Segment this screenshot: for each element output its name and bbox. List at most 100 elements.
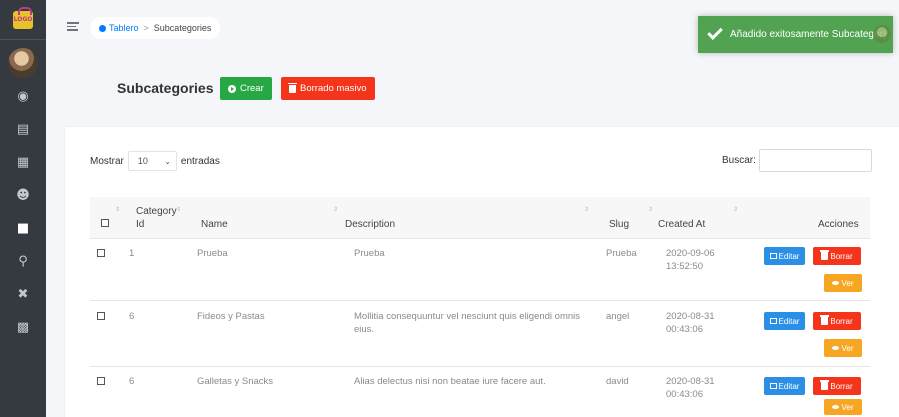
delete-button[interactable]: Borrar <box>813 312 861 330</box>
trash-icon[interactable]: ▩ <box>0 311 46 344</box>
success-toast[interactable]: Añadido exitosamente Subcategory <box>698 16 893 53</box>
user-avatar-icon[interactable] <box>873 25 891 43</box>
cell-slug: Prueba <box>606 248 637 259</box>
column-header-created-at[interactable]: Created At <box>658 219 705 230</box>
view-label: Ver <box>841 402 854 412</box>
view-button[interactable]: Ver <box>824 339 862 357</box>
cell-created-time: 00:43:06 <box>666 389 703 400</box>
tools-icon[interactable]: ✖ <box>0 278 46 311</box>
cell-name: Fideos y Pastas <box>197 311 265 322</box>
cell-description-continued: eius. <box>354 324 375 335</box>
sort-icon[interactable]: ⇕ <box>176 206 181 213</box>
delete-button[interactable]: Borrar <box>813 377 861 395</box>
show-label: Mostrar <box>90 155 124 167</box>
home-icon <box>99 24 106 32</box>
breadcrumb-home-link[interactable]: Tablero <box>99 23 139 33</box>
cell-created-time: 13:52:50 <box>666 261 703 272</box>
edit-label: Editar <box>778 316 800 326</box>
row-checkbox[interactable] <box>97 377 105 385</box>
row-divider <box>90 366 870 367</box>
cell-created-date: 2020-08-31 <box>666 376 715 387</box>
page-size-control: Mostrar 10 ⌄ entradas <box>90 151 220 171</box>
delete-label: Borrar <box>830 316 853 326</box>
chevron-down-icon: ⌄ <box>164 156 171 166</box>
search-label: Buscar: <box>722 155 756 166</box>
trash-icon <box>820 380 830 390</box>
toast-message: Añadido exitosamente Subcategory <box>730 29 888 40</box>
eye-icon <box>832 405 840 409</box>
eye-icon <box>832 346 840 350</box>
create-button-label: Crear <box>240 83 264 94</box>
cell-category-id: 1 <box>129 248 135 259</box>
select-all-checkbox[interactable] <box>101 219 109 227</box>
cell-name: Galletas y Snacks <box>197 376 274 387</box>
logo-text: LOGO <box>13 16 33 23</box>
row-checkbox[interactable] <box>97 249 105 257</box>
cell-created-time: 00:43:06 <box>666 324 703 335</box>
column-header-category-id-line1[interactable]: Category <box>136 206 177 217</box>
eye-icon <box>832 281 840 285</box>
column-header-name[interactable]: Name <box>201 219 228 230</box>
sidebar: LOGO ◉ ▤ ▦ ☻ ■ ⚲ ✖ ▩ <box>0 0 46 417</box>
edit-button[interactable]: Editar <box>764 247 805 265</box>
view-button[interactable]: Ver <box>824 399 862 415</box>
breadcrumb-home-label: Tablero <box>109 23 139 33</box>
cell-slug: david <box>606 376 629 387</box>
trash-icon <box>820 315 830 325</box>
sort-icon[interactable]: ⇕ <box>584 206 589 213</box>
view-button[interactable]: Ver <box>824 274 862 292</box>
search-control: Buscar: <box>722 149 872 172</box>
play-circle-icon <box>228 84 236 93</box>
column-header-description[interactable]: Description <box>345 219 395 230</box>
page-title: Subcategories <box>117 80 214 96</box>
basket-logo-icon: LOGO <box>13 6 33 29</box>
entries-label: entradas <box>180 155 220 167</box>
column-header-category-id-line2[interactable]: Id <box>136 219 144 230</box>
page-size-select[interactable]: 10 ⌄ <box>127 151 177 171</box>
brand-logo[interactable]: LOGO <box>0 0 46 40</box>
delete-label: Borrar <box>830 251 853 261</box>
trash-icon <box>820 250 830 260</box>
cell-description: Alias delectus nisi non beatae iure face… <box>354 376 546 387</box>
edit-icon <box>769 383 777 389</box>
sort-icon[interactable]: ⇕ <box>648 206 653 213</box>
edit-label: Editar <box>778 251 800 261</box>
building-icon[interactable]: ▦ <box>0 146 46 179</box>
sort-icon[interactable]: ⇕ <box>333 206 338 213</box>
users-icon[interactable]: ☻ <box>0 179 46 212</box>
view-label: Ver <box>841 278 854 288</box>
create-button[interactable]: Crear <box>220 77 272 100</box>
store-icon[interactable]: ▤ <box>0 113 46 146</box>
breadcrumb: Tablero > Subcategories <box>90 17 221 39</box>
delete-label: Borrar <box>830 381 853 391</box>
map-marker-icon[interactable]: ⚲ <box>0 245 46 278</box>
row-checkbox[interactable] <box>97 312 105 320</box>
column-header-actions: Acciones <box>818 219 859 230</box>
delete-button[interactable]: Borrar <box>813 247 861 265</box>
page-size-value: 10 <box>137 156 148 166</box>
view-label: Ver <box>841 343 854 353</box>
mass-delete-button[interactable]: Borrado masivo <box>281 77 375 100</box>
dashboard-icon[interactable]: ◉ <box>0 80 46 113</box>
row-divider <box>90 300 870 301</box>
sort-icon[interactable]: ⇕ <box>733 206 738 213</box>
search-input[interactable] <box>758 149 872 172</box>
cell-description: Prueba <box>354 248 385 259</box>
breadcrumb-current: Subcategories <box>153 23 212 33</box>
cell-category-id: 6 <box>129 376 135 387</box>
edit-icon <box>769 253 777 259</box>
menu-toggle-icon[interactable] <box>67 22 79 31</box>
cell-description: Mollitia consequuntur vel nesciunt quis … <box>354 311 581 322</box>
column-header-slug[interactable]: Slug <box>609 219 629 230</box>
cell-name: Prueba <box>197 248 228 259</box>
sort-icon[interactable]: ⇕ <box>115 206 120 213</box>
cell-created-date: 2020-09-06 <box>666 248 715 259</box>
table-header <box>90 197 870 239</box>
cell-category-id: 6 <box>129 311 135 322</box>
trash-icon <box>288 82 297 93</box>
edit-button[interactable]: Editar <box>764 377 805 395</box>
mass-delete-label: Borrado masivo <box>300 83 367 94</box>
edit-button[interactable]: Editar <box>764 312 805 330</box>
tag-icon[interactable]: ■ <box>0 212 46 245</box>
avatar[interactable] <box>8 48 38 78</box>
